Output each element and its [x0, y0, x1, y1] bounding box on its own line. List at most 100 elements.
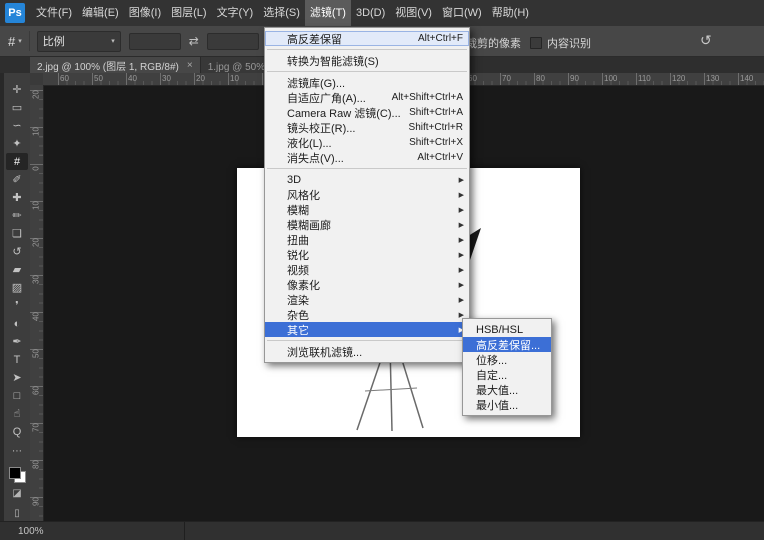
- toolbar-tools: ✛▭∽✦#✐✚✏❏↺▰▨❜◐✒T➤□☝Q: [6, 81, 28, 441]
- shape-tool[interactable]: □: [6, 387, 28, 404]
- filter-menu-item-sharpen[interactable]: 锐化 ▶: [265, 247, 469, 262]
- edit-toolbar-ellipsis-icon[interactable]: ⋯: [6, 444, 28, 460]
- blur-tool[interactable]: ❜: [6, 297, 28, 314]
- reset-tool-icon[interactable]: ↺: [700, 32, 712, 49]
- filter-menu-item-browse-filters-online[interactable]: 浏览联机滤镜...: [265, 344, 469, 359]
- filter-submenu-item-high-pass[interactable]: 高反差保留...: [463, 337, 551, 352]
- filter-menu-item-lens-correction[interactable]: 镜头校正(R)...Shift+Ctrl+R: [265, 120, 469, 135]
- menu-item-shortcut: Alt+Ctrl+V: [417, 152, 463, 163]
- menu-item-label: 自定...: [476, 367, 507, 383]
- tool-preset-picker[interactable]: # ▾: [8, 34, 22, 49]
- healing-brush-tool[interactable]: ✚: [6, 189, 28, 206]
- filter-submenu: HSB/HSL高反差保留...位移...自定...最大值...最小值...: [462, 318, 552, 416]
- crop-ratio-select[interactable]: 比例 ▾: [37, 31, 121, 52]
- menubar-item-select[interactable]: 选择(S): [258, 0, 305, 26]
- ruler-number: 80: [536, 74, 545, 83]
- history-brush-tool[interactable]: ↺: [6, 243, 28, 260]
- ruler-number: 10: [230, 74, 239, 83]
- quick-selection-tool[interactable]: ✦: [6, 135, 28, 152]
- filter-submenu-item-minimum[interactable]: 最小值...: [463, 397, 551, 412]
- gradient-tool[interactable]: ▨: [6, 279, 28, 296]
- filter-menu-item-high-pass-last[interactable]: 高反差保留 Alt+Ctrl+F: [265, 31, 469, 46]
- ruler-number: 130: [706, 74, 719, 83]
- filter-submenu-item-hsb-hsl[interactable]: HSB/HSL: [463, 322, 551, 337]
- menubar-item-type[interactable]: 文字(Y): [212, 0, 259, 26]
- menu-item-label: 杂色: [287, 307, 309, 323]
- menu-item-label: 位移...: [476, 352, 507, 368]
- filter-menu-item-filter-gallery[interactable]: 滤镜库(G)...: [265, 75, 469, 90]
- menu-item-label: 锐化: [287, 247, 309, 263]
- submenu-arrow-icon: ▶: [459, 296, 464, 304]
- tools-panel: ✛▭∽✦#✐✚✏❏↺▰▨❜◐✒T➤□☝Q ⋯ ◪ ▯: [4, 73, 30, 522]
- filter-menu-item-video[interactable]: 视频▶: [265, 262, 469, 277]
- document-tab-1[interactable]: 2.jpg @ 100% (图层 1, RGB/8#) ×: [30, 57, 200, 73]
- crop-height-input[interactable]: [207, 33, 259, 50]
- options-divider: [29, 31, 30, 51]
- foreground-color-swatch[interactable]: [9, 467, 21, 479]
- move-tool[interactable]: ✛: [6, 81, 28, 98]
- filter-menu-item-liquify[interactable]: 液化(L)...Shift+Ctrl+X: [265, 135, 469, 150]
- filter-menu-item-adaptive-wide-angle[interactable]: 自适应广角(A)...Alt+Shift+Ctrl+A: [265, 90, 469, 105]
- marquee-tool[interactable]: ▭: [6, 99, 28, 116]
- screen-mode-button[interactable]: ▯: [6, 505, 28, 521]
- filter-submenu-item-custom[interactable]: 自定...: [463, 367, 551, 382]
- menubar-item-edit[interactable]: 编辑(E): [77, 0, 124, 26]
- filter-menu-item-vanishing-point[interactable]: 消失点(V)...Alt+Ctrl+V: [265, 150, 469, 165]
- zoom-tool[interactable]: Q: [6, 423, 28, 440]
- filter-menu-item-render[interactable]: 渲染▶: [265, 292, 469, 307]
- eyedropper-tool[interactable]: ✐: [6, 171, 28, 188]
- color-swatches[interactable]: [9, 467, 26, 483]
- menubar-item-filter[interactable]: 滤镜(T): [305, 0, 351, 26]
- filter-menu-item-distort[interactable]: 扭曲▶: [265, 232, 469, 247]
- filter-menu-item-noise[interactable]: 杂色▶: [265, 307, 469, 322]
- dodge-tool[interactable]: ◐: [6, 315, 28, 332]
- path-selection-tool[interactable]: ➤: [6, 369, 28, 386]
- type-tool[interactable]: T: [6, 351, 28, 368]
- filter-menu-item-camera-raw[interactable]: Camera Raw 滤镜(C)...Shift+Ctrl+A: [265, 105, 469, 120]
- ruler-vertical: 20100102030405060708090: [30, 85, 44, 522]
- menu-separator: [267, 49, 467, 50]
- filter-menu-item-blur-gallery[interactable]: 模糊画廊▶: [265, 217, 469, 232]
- tab-close-icon[interactable]: ×: [187, 60, 193, 71]
- menubar-item-view[interactable]: 视图(V): [390, 0, 437, 26]
- eraser-tool[interactable]: ▰: [6, 261, 28, 278]
- menu-item-label: 3D: [287, 174, 301, 186]
- menubar-item-help[interactable]: 帮助(H): [487, 0, 534, 26]
- menubar-item-image[interactable]: 图像(I): [124, 0, 166, 26]
- menu-item-label: 扭曲: [287, 232, 309, 248]
- swap-dimensions-icon[interactable]: ⇄: [189, 34, 199, 48]
- filter-submenu-item-maximum[interactable]: 最大值...: [463, 382, 551, 397]
- ruler-number: 70: [502, 74, 511, 83]
- zoom-level[interactable]: 100%: [18, 526, 44, 537]
- menubar-item-layer[interactable]: 图层(L): [166, 0, 211, 26]
- filter-menu-item-stylize[interactable]: 风格化▶: [265, 187, 469, 202]
- menu-item-label: 高反差保留: [287, 31, 342, 47]
- menubar-item-window[interactable]: 窗口(W): [437, 0, 487, 26]
- filter-menu-item-convert-smart-filters[interactable]: 转换为智能滤镜(S): [265, 53, 469, 68]
- filter-menu-item-other[interactable]: 其它▶: [265, 322, 469, 337]
- ruler-number: 10: [32, 198, 41, 214]
- menubar-item-file[interactable]: 文件(F): [31, 0, 77, 26]
- clone-stamp-tool[interactable]: ❏: [6, 225, 28, 242]
- menu-item-shortcut: Shift+Ctrl+X: [409, 137, 463, 148]
- quick-mask-button[interactable]: ◪: [6, 486, 28, 502]
- content-aware-checkbox[interactable]: 内容识别: [530, 35, 591, 51]
- crop-width-input[interactable]: [129, 33, 181, 50]
- filter-menu-item-pixelate[interactable]: 像素化▶: [265, 277, 469, 292]
- tab-title: 2.jpg @ 100% (图层 1, RGB/8#): [37, 58, 179, 73]
- menubar-item-3d[interactable]: 3D(D): [351, 0, 390, 26]
- app-logo: Ps: [5, 3, 25, 23]
- filter-menu-item-3d[interactable]: 3D▶: [265, 172, 469, 187]
- menu-item-label: 最大值...: [476, 382, 518, 398]
- lasso-tool[interactable]: ∽: [6, 117, 28, 134]
- brush-tool[interactable]: ✏: [6, 207, 28, 224]
- hand-tool[interactable]: ☝: [6, 405, 28, 422]
- checkbox-label: 内容识别: [547, 35, 591, 51]
- filter-menu-item-blur[interactable]: 模糊▶: [265, 202, 469, 217]
- pen-tool[interactable]: ✒: [6, 333, 28, 350]
- crop-tool[interactable]: #: [6, 153, 28, 170]
- submenu-arrow-icon: ▶: [459, 251, 464, 259]
- ruler-number: 120: [672, 74, 685, 83]
- filter-submenu-item-offset[interactable]: 位移...: [463, 352, 551, 367]
- menu-item-shortcut: Alt+Ctrl+F: [418, 33, 463, 44]
